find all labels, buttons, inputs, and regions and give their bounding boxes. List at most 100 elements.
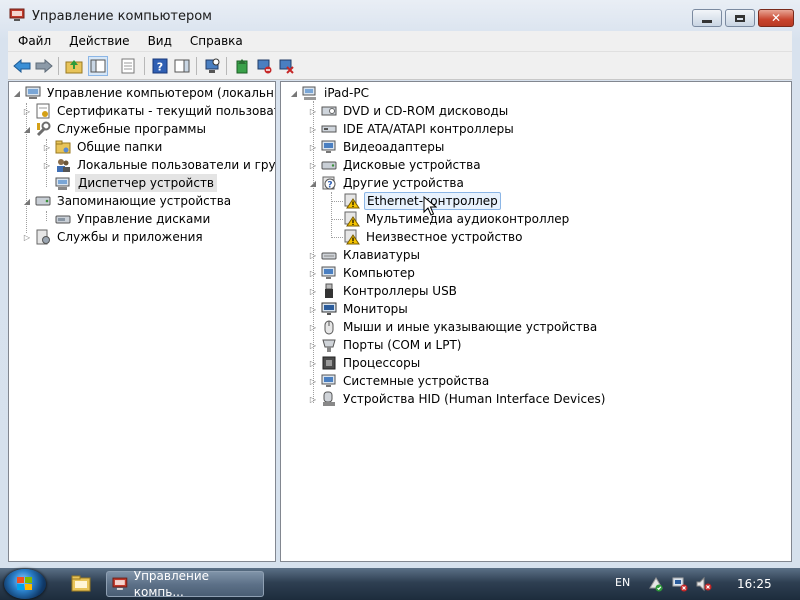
taskbar-computer-management-button[interactable]: Управление компь... bbox=[106, 569, 264, 599]
device-tree-root[interactable]: ◢ iPad-PC bbox=[289, 84, 371, 102]
start-button[interactable] bbox=[4, 569, 46, 599]
back-arrow-icon bbox=[13, 59, 31, 73]
users-icon bbox=[57, 159, 70, 172]
collapsed-arrow-icon[interactable]: ▷ bbox=[308, 372, 318, 390]
computer-management-window: Управление компьютером ✕ Файл Действие В… bbox=[0, 0, 800, 568]
forward-button[interactable] bbox=[34, 56, 54, 76]
tree-node-label: Сертификаты - текущий пользователь bbox=[57, 104, 275, 118]
collapsed-arrow-icon[interactable]: ▷ bbox=[308, 246, 318, 264]
mouse-icon bbox=[324, 320, 334, 335]
category-label: Дисковые устройства bbox=[343, 158, 481, 172]
collapsed-arrow-icon[interactable]: ▷ bbox=[308, 336, 318, 354]
category-computer[interactable]: ▷ Компьютер bbox=[308, 264, 417, 282]
collapsed-arrow-icon[interactable]: ▷ bbox=[308, 354, 318, 372]
menu-view[interactable]: Вид bbox=[138, 34, 180, 48]
explorer-folder-icon[interactable] bbox=[71, 574, 91, 592]
collapsed-arrow-icon[interactable]: ▷ bbox=[22, 102, 32, 120]
device-audio-controller[interactable]: Мультимедиа аудиоконтроллер bbox=[344, 210, 571, 228]
tree-node-services-apps[interactable]: ▷ Службы и приложения bbox=[22, 228, 205, 246]
collapsed-arrow-icon[interactable]: ▷ bbox=[308, 156, 318, 174]
expanded-arrow-icon[interactable]: ◢ bbox=[12, 84, 22, 102]
menu-help[interactable]: Справка bbox=[180, 34, 251, 48]
device-label: Мультимедиа аудиоконтроллер bbox=[366, 212, 570, 226]
close-icon: ✕ bbox=[770, 11, 782, 25]
device-unknown[interactable]: Неизвестное устройство bbox=[344, 228, 524, 246]
collapsed-arrow-icon[interactable]: ▷ bbox=[42, 138, 52, 156]
uninstall-device-button[interactable] bbox=[276, 56, 296, 76]
category-usb[interactable]: ▷ Контроллеры USB bbox=[308, 282, 459, 300]
category-dvd[interactable]: ▷ DVD и CD-ROM дисководы bbox=[308, 102, 510, 120]
storage-icon bbox=[35, 196, 51, 206]
collapsed-arrow-icon[interactable]: ▷ bbox=[308, 120, 318, 138]
monitor-icon bbox=[321, 302, 337, 315]
update-driver-button[interactable] bbox=[232, 56, 252, 76]
tree-node-storage[interactable]: ◢ Запоминающие устройства bbox=[22, 192, 233, 210]
collapsed-arrow-icon[interactable]: ▷ bbox=[308, 390, 318, 408]
expanded-arrow-icon[interactable]: ◢ bbox=[22, 192, 32, 210]
scan-hardware-button[interactable] bbox=[202, 56, 222, 76]
collapsed-arrow-icon[interactable]: ▷ bbox=[308, 282, 318, 300]
language-indicator[interactable]: EN bbox=[615, 576, 630, 589]
collapsed-arrow-icon[interactable]: ▷ bbox=[22, 228, 32, 246]
display-adapter-icon bbox=[321, 140, 336, 153]
uninstall-device-icon bbox=[279, 59, 294, 74]
collapsed-arrow-icon[interactable]: ▷ bbox=[308, 300, 318, 318]
volume-muted-icon[interactable] bbox=[696, 576, 712, 592]
properties-button[interactable] bbox=[118, 56, 138, 76]
show-action-pane-button[interactable] bbox=[172, 56, 192, 76]
menu-file[interactable]: Файл bbox=[8, 34, 59, 48]
category-monitors[interactable]: ▷ Мониторы bbox=[308, 300, 410, 318]
collapsed-arrow-icon[interactable]: ▷ bbox=[308, 102, 318, 120]
minimize-icon bbox=[702, 19, 712, 23]
category-disk[interactable]: ▷ Дисковые устройства bbox=[308, 156, 483, 174]
tree-node-disk-management[interactable]: Управление дисками bbox=[55, 210, 212, 228]
action-center-icon[interactable] bbox=[648, 576, 664, 592]
title-bar[interactable]: Управление компьютером ✕ bbox=[0, 0, 800, 30]
collapsed-arrow-icon[interactable]: ▷ bbox=[308, 264, 318, 282]
console-tree-pane[interactable]: ◢ Управление компьютером (локальным) ▷ С… bbox=[8, 81, 276, 562]
category-other-devices[interactable]: ◢ ? Другие устройства bbox=[308, 174, 466, 192]
toolbar-separator bbox=[144, 57, 145, 75]
category-label: Порты (COM и LPT) bbox=[343, 338, 462, 352]
clock[interactable]: 16:25 bbox=[737, 577, 772, 591]
tree-node-computer-management[interactable]: ◢ Управление компьютером (локальным) bbox=[12, 84, 275, 102]
show-hide-console-tree-button[interactable] bbox=[88, 56, 108, 76]
expanded-arrow-icon[interactable]: ◢ bbox=[308, 174, 318, 192]
expanded-arrow-icon[interactable]: ◢ bbox=[289, 84, 299, 102]
up-level-button[interactable] bbox=[64, 56, 84, 76]
expanded-arrow-icon[interactable]: ◢ bbox=[22, 120, 32, 138]
category-processors[interactable]: ▷ Процессоры bbox=[308, 354, 422, 372]
disable-device-button[interactable] bbox=[254, 56, 274, 76]
maximize-button[interactable] bbox=[725, 9, 755, 27]
tree-node-label: Запоминающие устройства bbox=[57, 194, 232, 208]
network-icon[interactable] bbox=[672, 576, 688, 592]
category-mice[interactable]: ▷ Мыши и иные указывающие устройства bbox=[308, 318, 599, 336]
category-hid[interactable]: ▷ Устройства HID (Human Interface Device… bbox=[308, 390, 607, 408]
services-icon bbox=[36, 229, 50, 245]
help-button[interactable]: ? bbox=[150, 56, 170, 76]
category-system-devices[interactable]: ▷ Системные устройства bbox=[308, 372, 491, 390]
collapsed-arrow-icon[interactable]: ▷ bbox=[308, 138, 318, 156]
category-keyboards[interactable]: ▷ Клавиатуры bbox=[308, 246, 422, 264]
category-ide[interactable]: ▷ IDE ATA/ATAPI контроллеры bbox=[308, 120, 516, 138]
window-title: Управление компьютером bbox=[32, 9, 212, 24]
back-button[interactable] bbox=[12, 56, 32, 76]
device-tree-pane[interactable]: ◢ iPad-PC ▷ DVD и CD-ROM дисководы ▷ IDE… bbox=[280, 81, 792, 562]
action-pane-icon bbox=[174, 59, 190, 73]
tree-node-certificates[interactable]: ▷ Сертификаты - текущий пользователь bbox=[22, 102, 275, 120]
minimize-button[interactable] bbox=[692, 9, 722, 27]
tree-node-local-users[interactable]: ▷ Локальные пользователи и группы bbox=[42, 156, 275, 174]
category-ports[interactable]: ▷ Порты (COM и LPT) bbox=[308, 336, 463, 354]
disable-device-icon bbox=[257, 59, 272, 74]
tree-node-device-manager[interactable]: Диспетчер устройств bbox=[55, 174, 218, 192]
close-button[interactable]: ✕ bbox=[758, 9, 794, 27]
windows-logo-icon bbox=[17, 577, 32, 590]
category-label: Мыши и иные указывающие устройства bbox=[343, 320, 598, 334]
tree-node-shared-folders[interactable]: ▷ Общие папки bbox=[42, 138, 164, 156]
collapsed-arrow-icon[interactable]: ▷ bbox=[42, 156, 52, 174]
menu-action[interactable]: Действие bbox=[59, 34, 137, 48]
tree-node-system-tools[interactable]: ◢ Служебные программы bbox=[22, 120, 208, 138]
category-video[interactable]: ▷ Видеоадаптеры bbox=[308, 138, 446, 156]
computer-management-icon bbox=[9, 8, 25, 21]
collapsed-arrow-icon[interactable]: ▷ bbox=[308, 318, 318, 336]
